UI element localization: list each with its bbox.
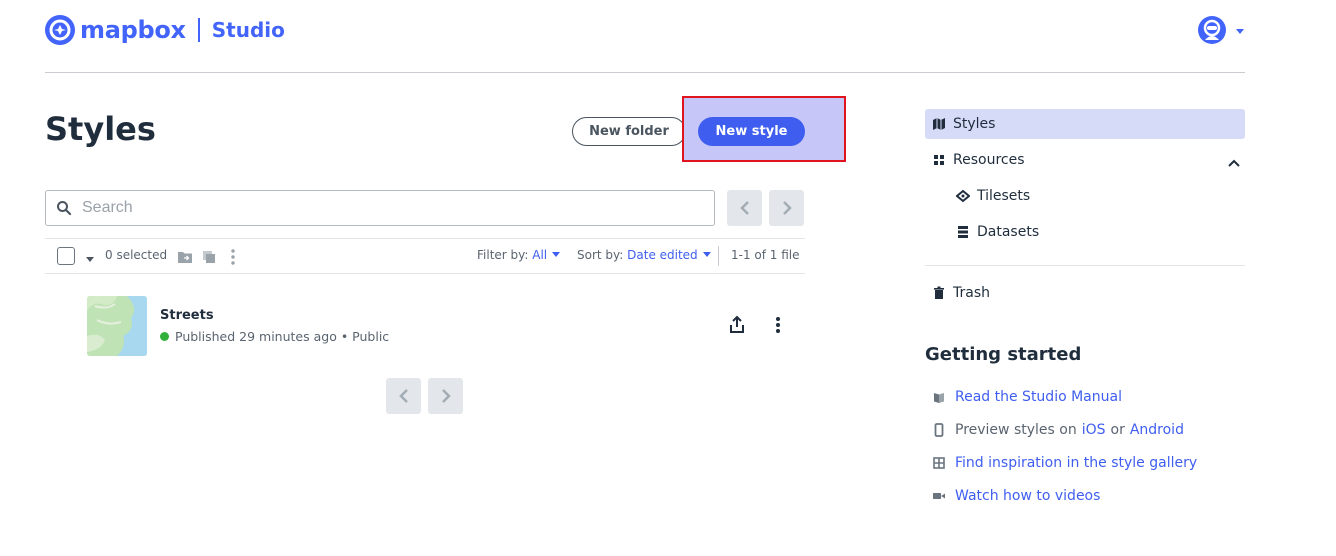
select-menu-caret[interactable] [84,250,96,269]
product-name: Studio [211,18,285,42]
filter-control[interactable]: Filter by: All [477,248,561,262]
search-icon [57,201,72,216]
sidebar-item-trash[interactable]: Trash [932,285,990,301]
style-gallery-link[interactable]: Find inspiration in the style gallery [955,455,1197,471]
toolbar-divider-bottom [45,273,805,274]
studio-manual-link[interactable]: Read the Studio Manual [955,389,1122,405]
logo-divider [197,18,200,42]
sidebar-item-label: Tilesets [977,188,1031,204]
share-icon [730,315,744,333]
prev-page-button[interactable] [727,190,762,226]
preview-styles-row: Preview styles on iOS or Android [932,422,1184,438]
sidebar-item-styles[interactable]: Styles [932,116,995,132]
more-vertical-icon [776,317,780,333]
chevron-down-icon [86,257,94,262]
toolbar-divider-top [45,238,805,239]
more-vertical-icon [231,249,235,265]
sidebar-divider [925,265,1245,266]
search-input[interactable] [80,198,684,218]
search-field[interactable] [45,190,715,226]
how-to-videos-link[interactable]: Watch how to videos [955,488,1100,504]
next-page-button[interactable] [769,190,804,226]
new-style-button[interactable]: New style [698,117,805,146]
mobile-icon [934,423,944,437]
trash-icon [934,286,944,299]
sidebar-item-resources[interactable]: Resources [932,152,1025,168]
published-status-dot [160,332,169,341]
chevron-right-icon [782,201,792,215]
ios-link[interactable]: iOS [1082,422,1106,438]
list-next-page-button[interactable] [428,378,463,414]
selected-count: 0 selected [105,248,168,262]
style-thumbnail[interactable] [87,296,147,356]
folder-move-icon [178,252,192,263]
or-text: or [1110,422,1125,438]
sidebar-item-datasets[interactable]: Datasets [956,224,1039,240]
android-link[interactable]: Android [1130,422,1184,438]
chevron-left-icon [398,389,408,403]
layers-icon [956,189,970,203]
getting-started-title: Getting started [925,344,1082,365]
select-all-checkbox[interactable] [57,247,75,265]
map-icon [933,118,945,130]
chevron-down-icon[interactable] [1234,22,1246,34]
list-prev-page-button[interactable] [386,378,421,414]
chevron-up-icon [1228,159,1240,167]
toolbar-separator [718,246,719,266]
book-icon [934,393,944,403]
sidebar-item-label: Trash [953,285,990,301]
video-camera-icon [933,493,945,499]
sort-label: Sort by: [577,248,624,262]
database-icon [958,226,968,238]
share-button[interactable] [728,315,746,335]
sidebar-item-label: Resources [953,152,1025,168]
new-folder-button[interactable]: New folder [572,117,686,146]
user-avatar[interactable] [1198,16,1226,44]
move-to-folder-button[interactable] [177,249,193,268]
grid-icon [934,155,944,165]
mapbox-logo-icon [45,15,75,45]
filter-label: Filter by: [477,248,529,262]
mapbox-studio-logo[interactable]: mapbox Studio [45,15,285,45]
user-icon [1203,19,1221,40]
chevron-down-icon [551,252,560,257]
more-actions-button[interactable] [229,248,237,270]
sort-control[interactable]: Sort by: Date edited [577,248,712,262]
filter-value[interactable]: All [532,248,547,262]
style-more-button[interactable] [770,315,786,335]
sort-value[interactable]: Date edited [627,248,698,262]
style-status: Published 29 minutes ago • Public [175,329,390,344]
map-thumbnail-image [87,296,147,356]
chevron-right-icon [441,389,451,403]
sidebar-item-label: Styles [953,116,996,132]
chevron-left-icon [739,201,749,215]
header-divider [45,72,1245,73]
page-title: Styles [45,110,156,148]
sidebar-item-tilesets[interactable]: Tilesets [956,188,1030,204]
how-to-videos-link-row[interactable]: Watch how to videos [932,488,1100,504]
logo-text: mapbox [80,16,186,44]
preview-styles-text: Preview styles on [955,422,1077,438]
chevron-down-icon [702,252,711,257]
style-name[interactable]: Streets [160,308,214,323]
studio-manual-link-row[interactable]: Read the Studio Manual [932,389,1122,405]
duplicate-icon [203,251,215,263]
duplicate-button[interactable] [202,249,216,268]
gallery-grid-icon [933,457,945,469]
style-gallery-link-row[interactable]: Find inspiration in the style gallery [932,455,1197,471]
file-range: 1-1 of 1 file [731,248,800,262]
sidebar-item-label: Datasets [977,224,1040,240]
resources-collapse-toggle[interactable] [1227,154,1241,173]
